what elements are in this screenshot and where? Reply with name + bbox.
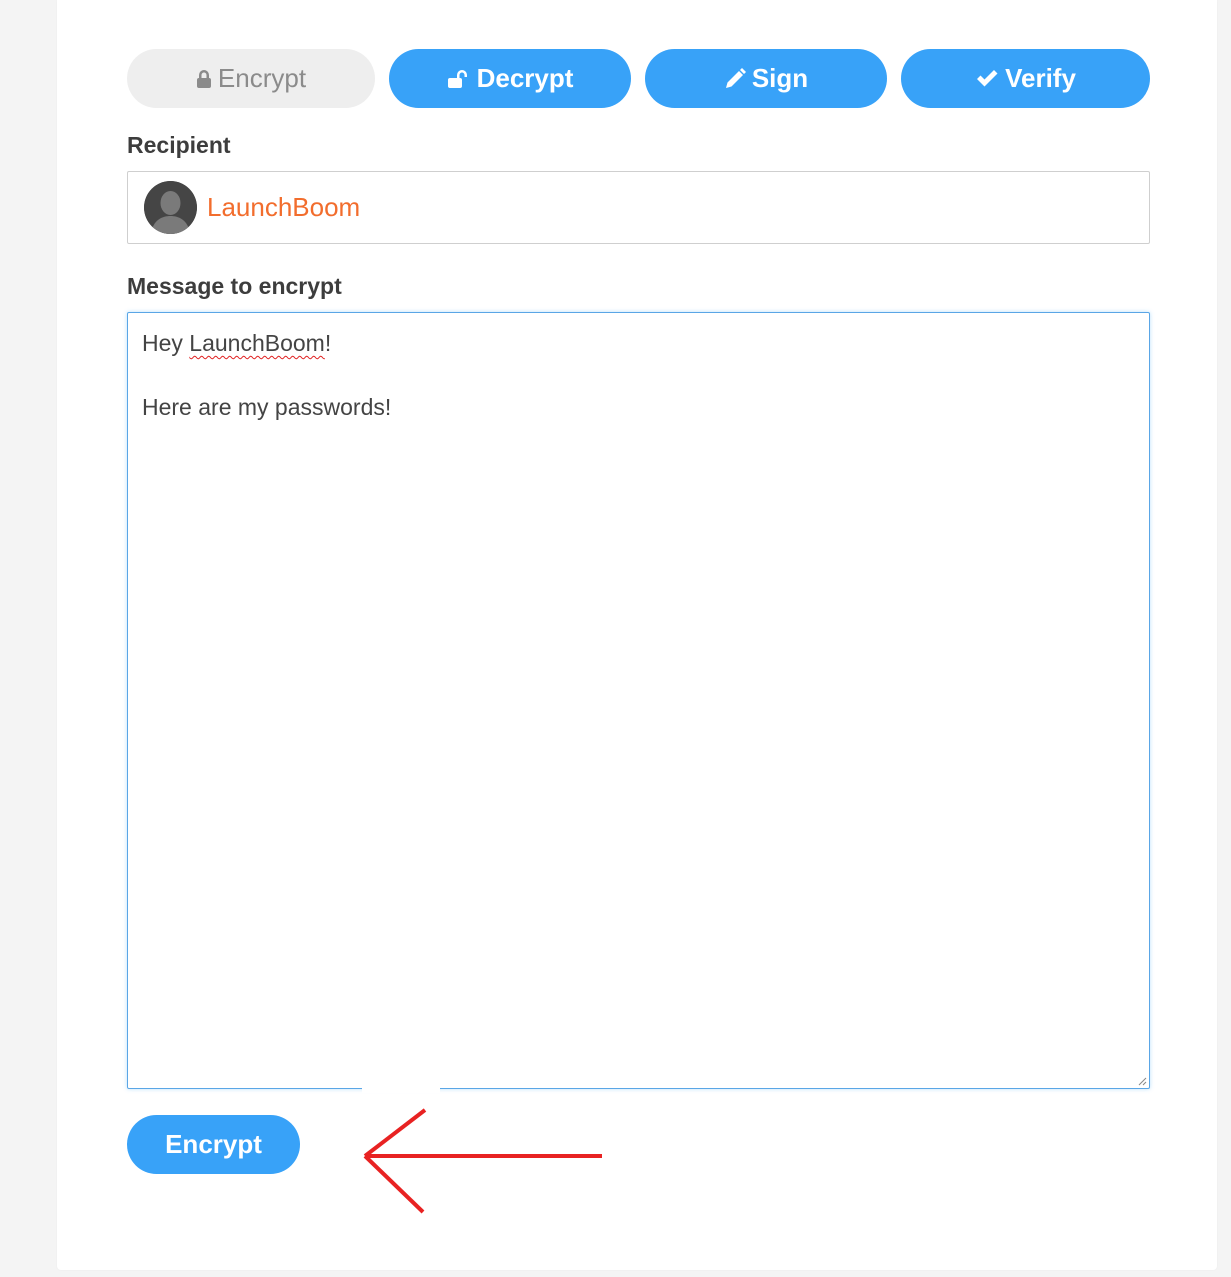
tab-encrypt-label: Encrypt [217, 63, 307, 93]
recipient-name: LaunchBoom [207, 192, 361, 222]
pencil-icon [724, 67, 746, 90]
lock-icon [196, 69, 212, 89]
message-line-punct: ! [324, 330, 332, 356]
message-label: Message to encrypt [127, 273, 342, 299]
message-line: Hey LaunchBoom! [142, 330, 332, 356]
recipient-field[interactable]: LaunchBoom [127, 171, 1150, 244]
message-line: Here are my passwords! [142, 394, 392, 420]
tab-sign[interactable]: Sign [645, 49, 887, 108]
mode-tabs: Encrypt Decrypt Sign Verify [127, 49, 1150, 108]
tab-decrypt-label: Decrypt [476, 63, 574, 93]
red-arrow-annotation [363, 1108, 602, 1214]
tab-verify-label: Verify [1005, 63, 1076, 93]
tab-verify[interactable]: Verify [901, 49, 1150, 108]
encrypt-submit-button[interactable]: Encrypt [127, 1115, 300, 1174]
message-textarea[interactable]: Hey LaunchBoom! Here are my passwords! [127, 312, 1150, 1089]
user-avatar-icon [144, 181, 197, 234]
tab-decrypt[interactable]: Decrypt [389, 49, 631, 108]
message-line [142, 359, 1135, 391]
check-icon [975, 69, 999, 89]
textarea-notch [362, 1085, 440, 1093]
unlock-icon [447, 69, 471, 89]
tab-encrypt[interactable]: Encrypt [127, 49, 375, 108]
misspelled-word: LaunchBoom [189, 330, 325, 356]
resize-grip-icon[interactable] [1137, 1076, 1147, 1086]
page-scrollbar-track [1221, 0, 1231, 1277]
recipient-label: Recipient [127, 132, 231, 158]
tab-sign-label: Sign [751, 63, 809, 93]
